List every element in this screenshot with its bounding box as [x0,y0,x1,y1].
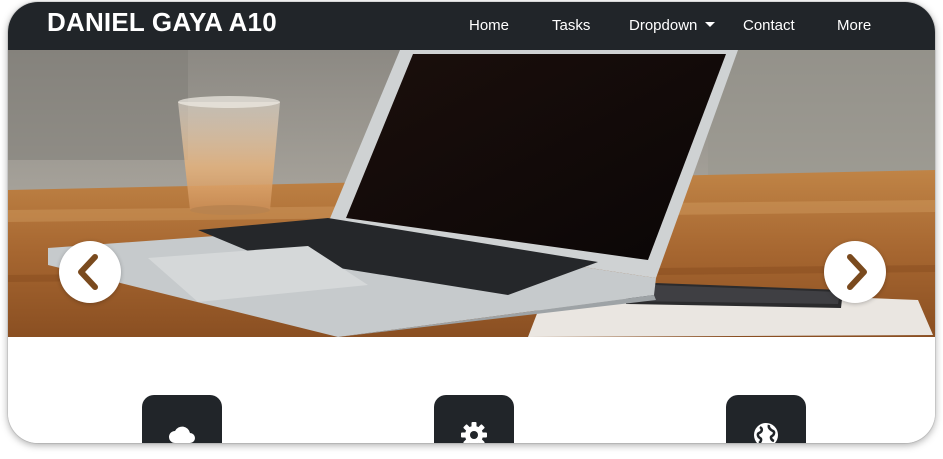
hero-carousel [8,50,935,337]
cloud-icon [169,426,195,443]
nav-link-contact[interactable]: Contact [743,17,795,34]
carousel-prev-button[interactable] [59,241,121,303]
chevron-right-icon [847,254,867,290]
nav-link-tasks[interactable]: Tasks [552,17,590,34]
features-section [8,337,935,443]
app-window: DANIEL GAYA A10 Home Tasks Dropdown Cont… [8,2,935,443]
navbar: DANIEL GAYA A10 Home Tasks Dropdown Cont… [8,2,935,50]
brand-logo-text[interactable]: DANIEL GAYA A10 [47,7,277,38]
feature-tile-cloud [142,395,222,443]
nav-dropdown-toggle[interactable]: Dropdown [629,17,716,34]
nav-dropdown-label: Dropdown [629,17,698,34]
caret-down-icon [705,22,716,27]
chevron-left-icon [78,254,98,290]
feature-tile-globe [726,395,806,443]
globe-icon [754,423,778,443]
nav-link-more[interactable]: More [837,17,871,34]
nav-link-home[interactable]: Home [469,17,509,34]
feature-tile-gear [434,395,514,443]
carousel-next-button[interactable] [824,241,886,303]
gear-icon [461,422,487,443]
carousel-slide-image [8,50,935,337]
